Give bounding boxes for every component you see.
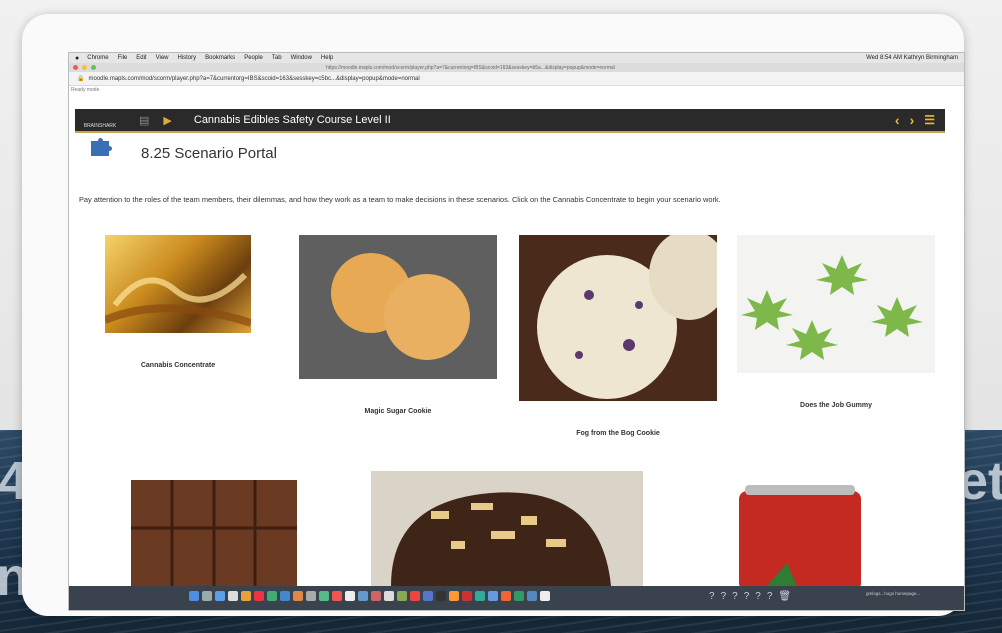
concentrate-image[interactable] [105, 235, 251, 333]
app-icon[interactable] [345, 591, 355, 601]
document-icon[interactable]: ▤ [139, 114, 149, 127]
card-caption[interactable]: Fog from the Bog Cookie [519, 430, 717, 437]
course-header: BRAINSHARK ▤ ▶ Cannabis Edibles Safety C… [75, 109, 945, 131]
address-text[interactable]: moodle.mapls.com/mod/scorm/player.php?a=… [88, 76, 419, 82]
address-bar[interactable]: 🔒 moodle.mapls.com/mod/scorm/player.php?… [69, 72, 964, 86]
app-icon[interactable] [280, 591, 290, 601]
app-icon[interactable] [267, 591, 277, 601]
app-icon[interactable] [462, 591, 472, 601]
app-icon[interactable] [527, 591, 537, 601]
app-icon[interactable] [423, 591, 433, 601]
menubar-status: Wed 8:54 AM Kathryn Birmingham [866, 55, 958, 61]
document-icon[interactable] [540, 591, 550, 601]
lock-icon: 🔒 [77, 76, 85, 82]
chrome-icon[interactable] [254, 591, 264, 601]
page-title: 8.25 Scenario Portal [141, 145, 277, 162]
intro-text: Pay attention to the roles of the team m… [79, 195, 721, 204]
menu-item[interactable]: Help [321, 55, 333, 61]
apple-icon[interactable]: ● [75, 55, 79, 62]
chevron-right-icon[interactable]: › [910, 112, 915, 128]
menu-item[interactable]: View [156, 55, 169, 61]
finder-icon[interactable] [189, 591, 199, 601]
chocolate-bar-image[interactable] [131, 480, 297, 586]
course-bar-underline [75, 131, 945, 133]
mac-menubar: ● Chrome File Edit View History Bookmark… [69, 53, 964, 63]
chevron-left-icon[interactable]: ‹ [895, 112, 900, 128]
soda-can-image[interactable] [737, 483, 863, 586]
course-logo: BRAINSHARK [75, 109, 125, 131]
app-icon[interactable] [501, 591, 511, 601]
menu-item[interactable]: History [178, 55, 197, 61]
trash-icon[interactable]: 🗑 [778, 591, 791, 602]
launchpad-icon[interactable] [202, 591, 212, 601]
menu-item[interactable]: Window [291, 55, 312, 61]
mail-icon[interactable] [228, 591, 238, 601]
app-icon[interactable] [332, 591, 342, 601]
app-icon[interactable] [449, 591, 459, 601]
dock-unknown-icons: ? ? ? ? ? ? 🗑 [709, 591, 797, 602]
app-icon[interactable] [319, 591, 329, 601]
logo-text: BRAINSHARK [83, 123, 117, 129]
question-icon[interactable]: ? [721, 591, 727, 602]
menu-item[interactable]: Chrome [87, 55, 108, 61]
close-window-icon[interactable] [73, 65, 78, 70]
card-caption[interactable]: Does the Job Gummy [737, 402, 935, 409]
app-icon[interactable] [306, 591, 316, 601]
question-icon[interactable]: ? [744, 591, 750, 602]
app-icon[interactable] [488, 591, 498, 601]
question-icon[interactable]: ? [709, 591, 715, 602]
app-icon[interactable] [397, 591, 407, 601]
app-icon[interactable] [410, 591, 420, 601]
bog-cookie-image[interactable] [519, 235, 717, 401]
app-icon[interactable] [514, 591, 524, 601]
course-title: Cannabis Edibles Safety Course Level II [193, 114, 391, 126]
card-caption[interactable]: Cannabis Concentrate [105, 362, 251, 369]
app-icon[interactable] [436, 591, 446, 601]
menu-item[interactable]: Tab [272, 55, 282, 61]
zoom-window-icon[interactable] [91, 65, 96, 70]
minimize-window-icon[interactable] [82, 65, 87, 70]
sugar-cookie-image[interactable] [299, 235, 497, 379]
screen: ● Chrome File Edit View History Bookmark… [68, 52, 965, 611]
question-icon[interactable]: ? [755, 591, 761, 602]
card-caption[interactable]: Magic Sugar Cookie [299, 408, 497, 415]
safari-icon[interactable] [215, 591, 225, 601]
app-icon[interactable] [293, 591, 303, 601]
tablet-frame: ● Chrome File Edit View History Bookmark… [22, 14, 965, 616]
menu-item[interactable]: People [244, 55, 263, 61]
mac-dock: ? ? ? ? ? ? 🗑 gmlogs...hogs homepage... [69, 586, 964, 610]
play-icon[interactable]: ▶ [163, 114, 171, 127]
question-icon[interactable]: ? [767, 591, 773, 602]
chocolate-dessert-image[interactable] [371, 471, 643, 586]
status-line: Ready mode [71, 87, 100, 93]
app-icon[interactable] [475, 591, 485, 601]
browser-tab-bar: https://moodle.mapls.com/mod/scorm/playe… [69, 63, 964, 72]
app-icon[interactable] [358, 591, 368, 601]
menu-icon[interactable]: ☰ [924, 113, 935, 127]
app-icon[interactable] [371, 591, 381, 601]
tab-url[interactable]: https://moodle.mapls.com/mod/scorm/playe… [326, 65, 615, 71]
app-icon[interactable] [384, 591, 394, 601]
menu-item[interactable]: Edit [136, 55, 146, 61]
puzzle-icon [91, 138, 112, 156]
gummy-image[interactable] [737, 235, 935, 373]
dock-status-text: gmlogs...hogs homepage... [866, 591, 921, 596]
dock-icons [189, 591, 553, 601]
menu-item[interactable]: Bookmarks [205, 55, 235, 61]
menu-item[interactable]: File [118, 55, 128, 61]
firefox-icon[interactable] [241, 591, 251, 601]
question-icon[interactable]: ? [732, 591, 738, 602]
